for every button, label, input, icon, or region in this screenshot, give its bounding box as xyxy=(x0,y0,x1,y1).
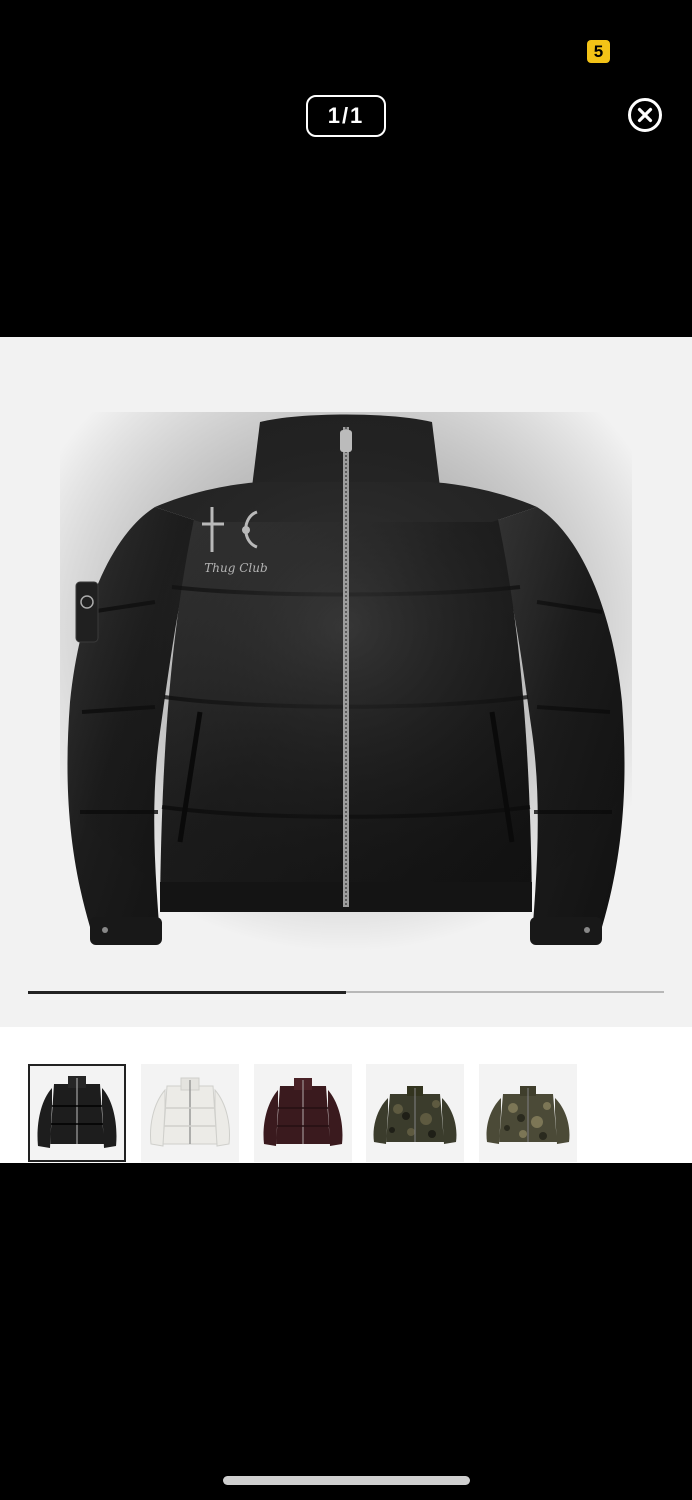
image-progress-track xyxy=(28,990,664,994)
thumbnail-camo-jacket-light[interactable] xyxy=(479,1064,577,1162)
product-image: Thug Club xyxy=(60,412,632,952)
jacket-thumbnail-image xyxy=(150,1077,230,1147)
home-indicator[interactable] xyxy=(223,1476,470,1485)
thumbnail-black-jacket[interactable] xyxy=(28,1064,126,1162)
close-button[interactable] xyxy=(628,98,662,132)
image-counter: 1/1 xyxy=(306,95,386,137)
jacket-thumbnail-image xyxy=(37,1076,117,1148)
close-icon xyxy=(628,98,662,132)
notification-badge: 5 xyxy=(587,40,610,63)
jacket-thumbnail-image xyxy=(263,1078,343,1146)
color-thumbnail-strip xyxy=(0,1027,692,1163)
jacket-thumbnail-image xyxy=(486,1086,570,1144)
image-progress-fill xyxy=(28,990,346,994)
jacket-thumbnail-image xyxy=(373,1086,457,1144)
thumbnail-burgundy-jacket[interactable] xyxy=(254,1064,352,1162)
thumbnail-camo-jacket-dark[interactable] xyxy=(366,1064,464,1162)
thumbnail-white-jacket[interactable] xyxy=(141,1064,239,1162)
product-image-stage[interactable]: Thug Club xyxy=(0,337,692,1027)
embroidery-text: Thug Club xyxy=(204,561,267,575)
